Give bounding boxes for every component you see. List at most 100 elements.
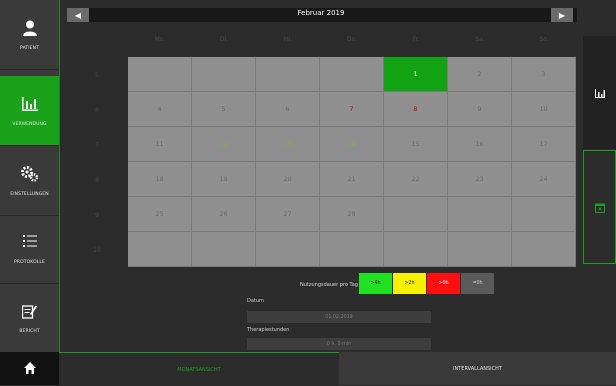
week-number: 5 xyxy=(95,72,99,79)
legend-item: >0h xyxy=(427,273,460,294)
calendar-empty-cell xyxy=(192,57,256,92)
datum-value: 01.02.2019 xyxy=(325,314,353,320)
calendar-day-cell[interactable]: 26 xyxy=(192,197,256,232)
calendar-day-cell[interactable]: 9 xyxy=(448,92,512,127)
calendar-empty-cell xyxy=(256,232,320,267)
weekday-label: So. xyxy=(539,36,549,43)
calendar-view-button[interactable] xyxy=(583,150,616,264)
calendar-day-cell[interactable]: 25 xyxy=(128,197,192,232)
weekday-label: Fr. xyxy=(412,36,420,43)
calendar-day-cell[interactable]: 18 xyxy=(128,162,192,197)
sidebar-item-label: BERICHT xyxy=(19,329,40,334)
calendar-day-cell[interactable]: 20 xyxy=(256,162,320,197)
legend-item: >4h xyxy=(359,273,392,294)
bar-chart-icon xyxy=(20,94,40,114)
calendar-day-cell[interactable]: 16 xyxy=(448,127,512,162)
tab-label: MONATSANSICHT xyxy=(177,366,221,373)
home-icon xyxy=(23,359,36,378)
calendar-day-cell[interactable]: 7 xyxy=(320,92,384,127)
calendar-day-cell[interactable]: 21 xyxy=(320,162,384,197)
calendar-empty-cell xyxy=(256,57,320,92)
sidebar-divider xyxy=(59,0,60,352)
calendar-day-cell[interactable]: 4 xyxy=(128,92,192,127)
calendar-empty-cell xyxy=(192,232,256,267)
datum-label: Datum xyxy=(247,298,264,304)
tab-label: INTERVALLANSICHT xyxy=(453,365,502,372)
datum-field: 01.02.2019 xyxy=(247,311,431,323)
legend-item: =0h xyxy=(461,273,494,294)
sidebar-item-patient[interactable]: PATIENT xyxy=(0,0,59,70)
calendar-empty-cell xyxy=(128,57,192,92)
tab-monatsansicht[interactable]: MONATSANSICHT xyxy=(59,352,339,386)
list-icon xyxy=(20,232,40,252)
tab-intervallansicht[interactable]: INTERVALLANSICHT xyxy=(339,352,616,385)
sidebar: PATIENT VERWENDUNG EINSTELLUNGEN PROTOKO… xyxy=(0,0,59,385)
sidebar-item-label: EINSTELLUNGEN xyxy=(10,192,49,197)
weekday-label: Mi. xyxy=(283,36,293,43)
edit-icon xyxy=(20,301,40,321)
calendar-day-cell[interactable]: 15 xyxy=(384,127,448,162)
sidebar-item-label: PATIENT xyxy=(20,46,39,51)
sidebar-item-bericht[interactable]: BERICHT xyxy=(0,283,59,353)
week-number: 8 xyxy=(95,177,99,184)
gears-icon xyxy=(20,164,40,184)
calendar-day-cell[interactable]: 28 xyxy=(320,197,384,232)
bar-chart-icon xyxy=(594,83,605,102)
therapie-value: 0 h, 0 min xyxy=(326,341,352,347)
calendar-day-cell[interactable]: 12 xyxy=(192,127,256,162)
calendar-day-cell[interactable]: 11 xyxy=(128,127,192,162)
calendar-day-cell[interactable]: 3 xyxy=(512,57,576,92)
chevron-right-icon: ▶ xyxy=(558,10,566,20)
weekday-label: Do. xyxy=(346,36,358,43)
user-icon xyxy=(20,18,40,38)
calendar-day-cell[interactable]: 27 xyxy=(256,197,320,232)
sidebar-item-protokolle[interactable]: PROTOKOLLE xyxy=(0,214,59,284)
sidebar-item-einstellungen[interactable]: EINSTELLUNGEN xyxy=(0,146,59,216)
legend-title: Nutzungsdauer pro Tag xyxy=(300,282,358,288)
calendar-day-cell[interactable]: 10 xyxy=(512,92,576,127)
week-number: 6 xyxy=(95,107,99,114)
calendar-day-cell[interactable]: 24 xyxy=(512,162,576,197)
calendar-empty-cell xyxy=(384,232,448,267)
calendar-empty-cell xyxy=(320,232,384,267)
calendar-day-cell[interactable]: 5 xyxy=(192,92,256,127)
calendar-day-cell[interactable]: 8 xyxy=(384,92,448,127)
sidebar-item-label: PROTOKOLLE xyxy=(14,260,45,265)
calendar-empty-cell xyxy=(512,197,576,232)
weekday-label: Mo. xyxy=(154,36,166,43)
calendar-empty-cell xyxy=(512,232,576,267)
calendar-empty-cell xyxy=(448,197,512,232)
month-title: Februar 2019 xyxy=(92,9,550,17)
calendar-empty-cell xyxy=(448,232,512,267)
next-month-button[interactable]: ▶ xyxy=(551,8,573,22)
previous-month-button[interactable]: ◀ xyxy=(67,8,89,22)
calendar-empty-cell xyxy=(320,57,384,92)
weekday-label: Di. xyxy=(219,36,229,43)
week-number: 9 xyxy=(95,212,99,219)
calendar-day-cell[interactable]: 2 xyxy=(448,57,512,92)
week-number: 10 xyxy=(93,247,101,254)
calendar-day-cell[interactable]: 23 xyxy=(448,162,512,197)
therapie-label: Therapiestunden xyxy=(247,327,290,333)
calendar-day-cell[interactable]: 6 xyxy=(256,92,320,127)
chevron-left-icon: ◀ xyxy=(74,10,82,20)
calendar-day-cell[interactable]: 14 xyxy=(320,127,384,162)
home-button[interactable] xyxy=(0,352,59,385)
calendar-day-cell[interactable]: 17 xyxy=(512,127,576,162)
therapie-field: 0 h, 0 min xyxy=(247,338,431,350)
calendar-day-cell[interactable]: 13 xyxy=(256,127,320,162)
calendar-empty-cell xyxy=(384,197,448,232)
sidebar-item-verwendung[interactable]: VERWENDUNG xyxy=(0,76,59,146)
sidebar-item-label: VERWENDUNG xyxy=(12,122,47,127)
calendar-grid: 1 2 3 4 5 6 7 8 9 10 11 12 13 14 15 16 17 18 19 20 21 22 23 24 2… xyxy=(128,57,576,267)
month-name: Februar xyxy=(297,9,325,17)
week-number: 7 xyxy=(95,142,99,149)
weekday-label: Sa. xyxy=(475,36,485,43)
calendar-empty-cell xyxy=(128,232,192,267)
calendar-day-cell[interactable]: 1 xyxy=(384,57,448,92)
year-value: 2019 xyxy=(326,9,345,17)
chart-view-button[interactable] xyxy=(583,36,616,149)
calendar-day-cell[interactable]: 19 xyxy=(192,162,256,197)
calendar-day-cell[interactable]: 22 xyxy=(384,162,448,197)
legend-item: >2h xyxy=(393,273,426,294)
